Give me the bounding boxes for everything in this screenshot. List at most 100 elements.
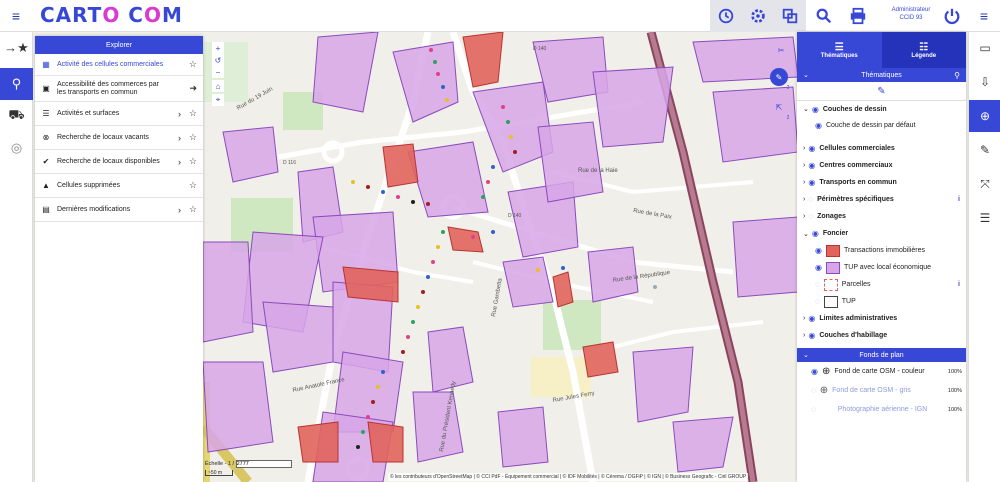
- layer-group-transports[interactable]: › ◉ Transports en commun: [797, 174, 966, 191]
- explorer-item-dernieres-modifications[interactable]: ▤ Dernières modifications › ☆: [35, 198, 203, 222]
- chevron-right-icon[interactable]: ›: [178, 133, 181, 143]
- explorer-item-activites-surfaces[interactable]: ☰ Activités et surfaces › ☆: [35, 102, 203, 126]
- star-icon[interactable]: ☆: [189, 180, 197, 191]
- brush-icon[interactable]: ✎: [797, 82, 966, 100]
- locate-icon[interactable]: ⌖: [212, 94, 224, 106]
- list-icon: ☰: [42, 109, 50, 118]
- explorer-item-locaux-disponibles[interactable]: ✔ Recherche de locaux disponibles › ☆: [35, 150, 203, 174]
- explorer-item-accessibilite[interactable]: ▣ Accessibilité des commerces par les tr…: [35, 76, 203, 102]
- chevron-right-icon[interactable]: ›: [178, 205, 181, 215]
- basemap-header[interactable]: ⌄ Fonds de plan: [797, 348, 966, 362]
- eye-off-icon[interactable]: ◌: [808, 195, 813, 204]
- zoom-out-button[interactable]: −: [212, 66, 224, 78]
- layer-tup-local[interactable]: ◉ TUP avec local économique: [797, 259, 966, 276]
- chevron-right-icon[interactable]: ›: [178, 157, 181, 167]
- road-number-label: D 140: [533, 46, 547, 52]
- settings-button[interactable]: [742, 0, 774, 32]
- eye-off-icon[interactable]: ◌: [811, 386, 816, 395]
- star-icon[interactable]: ☆: [189, 204, 197, 215]
- star-icon[interactable]: ☆: [189, 108, 197, 119]
- thematiques-header[interactable]: ⌄ Thématiques ⚲: [797, 68, 966, 82]
- crop-icon[interactable]: ⤧: [969, 168, 1000, 200]
- layer-group-cellules[interactable]: › ◉ Cellules commerciales: [797, 140, 966, 157]
- layer-transactions[interactable]: ◉ Transactions immobilières: [797, 242, 966, 259]
- layer-group-centres[interactable]: › ◉ Centres commerciaux: [797, 157, 966, 174]
- top-bar: ≡ CARTO COM Administrateur CCID 93 ≡: [0, 0, 1000, 32]
- user-info[interactable]: Administrateur CCID 93: [880, 6, 942, 22]
- section-title: Fonds de plan: [859, 351, 904, 359]
- tab-thematiques[interactable]: ☰ Thématiques: [797, 32, 882, 68]
- download-icon[interactable]: ⇩: [969, 66, 1000, 98]
- brush-icon[interactable]: ✎: [969, 134, 1000, 166]
- store-icon[interactable]: ⛟: [0, 100, 33, 132]
- rotate-icon[interactable]: ↺: [212, 54, 224, 66]
- layer-group-dessin[interactable]: ⌄ ◉ Couches de dessin: [797, 100, 966, 117]
- print-button[interactable]: [842, 0, 874, 32]
- legend-icon: ☷: [919, 41, 929, 53]
- eye-off-icon[interactable]: ◌: [815, 297, 820, 306]
- eye-icon[interactable]: ◉: [811, 367, 818, 376]
- search-icon[interactable]: ⚲: [954, 71, 960, 80]
- explorer-item-cellules-supprimees[interactable]: ▲ Cellules supprimées ☆: [35, 174, 203, 198]
- eye-icon[interactable]: ◉: [808, 314, 815, 323]
- scale-input[interactable]: [235, 460, 292, 468]
- list-icon[interactable]: ☰: [969, 202, 1000, 234]
- info-icon[interactable]: i: [958, 196, 960, 203]
- chevron-right-icon[interactable]: ›: [178, 109, 181, 119]
- basemap-osm-couleur[interactable]: ◉ ⊕ Fond de carte OSM - couleur 100%: [797, 362, 966, 381]
- layer-group-zonages[interactable]: › ◌ Zonages: [797, 208, 966, 225]
- basemap-photo-ign[interactable]: ◌ Photographie aérienne - IGN 100%: [797, 400, 966, 419]
- tab-legende[interactable]: ☷ Légende: [881, 32, 966, 68]
- star-icon[interactable]: ☆: [189, 59, 197, 70]
- eye-icon[interactable]: ◉: [808, 178, 815, 187]
- zoom-in-button[interactable]: +: [212, 42, 224, 54]
- road-number-label: D 116: [283, 160, 296, 166]
- target-icon[interactable]: ◎: [0, 132, 33, 164]
- arrow-right-icon[interactable]: ➜: [189, 83, 197, 94]
- scale-control: Échelle - 1 / ~50 m: [205, 460, 292, 476]
- favorites-star-icon[interactable]: →★: [0, 32, 33, 64]
- layer-tup[interactable]: ◌ TUP: [797, 293, 966, 310]
- layer-dessin-defaut[interactable]: ◉ Couche de dessin par défaut: [797, 117, 966, 134]
- layer-group-limites[interactable]: › ◉ Limites administratives: [797, 310, 966, 327]
- eye-off-icon[interactable]: ◌: [808, 212, 813, 221]
- map-attribution: © les contributeurs d'OpenStreetMap | © …: [388, 473, 749, 481]
- legend-swatch: [823, 295, 838, 308]
- explorer-item-activite[interactable]: ▦ Activité des cellules commerciales ☆: [35, 54, 203, 76]
- star-icon[interactable]: ☆: [189, 156, 197, 167]
- layer-group-foncier[interactable]: ⌄ ◉ Foncier: [797, 225, 966, 242]
- logout-button[interactable]: [936, 0, 968, 32]
- tools-icon[interactable]: ✂: [773, 42, 789, 58]
- eye-icon[interactable]: ◉: [815, 246, 822, 255]
- opacity-value[interactable]: 100%: [948, 369, 962, 375]
- layer-parcelles[interactable]: ◌ Parcelles i: [797, 276, 966, 293]
- opacity-value[interactable]: 100%: [948, 388, 962, 394]
- basemap-osm-gris[interactable]: ◌ ⊕ Fond de carte OSM - gris 100%: [797, 381, 966, 400]
- home-icon[interactable]: ⌂: [212, 80, 224, 92]
- dashboard-icon[interactable]: ▭: [969, 32, 1000, 64]
- eye-icon[interactable]: ◉: [808, 144, 815, 153]
- layer-group-perimetres[interactable]: › ◌ Périmètres spécifiques i: [797, 191, 966, 208]
- search-button[interactable]: [808, 0, 840, 32]
- explorer-search-icon[interactable]: ⚲: [0, 68, 33, 100]
- eye-icon[interactable]: ◉: [812, 105, 819, 114]
- eye-icon[interactable]: ◉: [808, 331, 815, 340]
- eye-icon[interactable]: ◉: [812, 229, 819, 238]
- eye-icon[interactable]: ◉: [815, 263, 822, 272]
- globe-icon: ⊕: [821, 366, 831, 377]
- info-icon[interactable]: i: [958, 281, 960, 288]
- eye-off-icon[interactable]: ◌: [811, 405, 816, 414]
- user-org: CCID 93: [899, 15, 923, 21]
- eye-off-icon[interactable]: ◌: [815, 280, 820, 289]
- explorer-item-locaux-vacants[interactable]: ⊗ Recherche de locaux vacants › ☆: [35, 126, 203, 150]
- globe-hand-icon[interactable]: ⊕: [969, 100, 1000, 132]
- opacity-value[interactable]: 100%: [948, 407, 962, 413]
- history-button[interactable]: [710, 0, 742, 32]
- layer-group-habillage[interactable]: › ◉ Couches d'habillage: [797, 327, 966, 344]
- eye-icon[interactable]: ◉: [815, 121, 822, 130]
- eye-icon[interactable]: ◉: [808, 161, 815, 170]
- star-icon[interactable]: ☆: [189, 132, 197, 143]
- left-menu-button[interactable]: ≡: [0, 0, 32, 32]
- layers-tool-button[interactable]: [774, 0, 806, 32]
- right-menu-button[interactable]: ≡: [968, 0, 1000, 32]
